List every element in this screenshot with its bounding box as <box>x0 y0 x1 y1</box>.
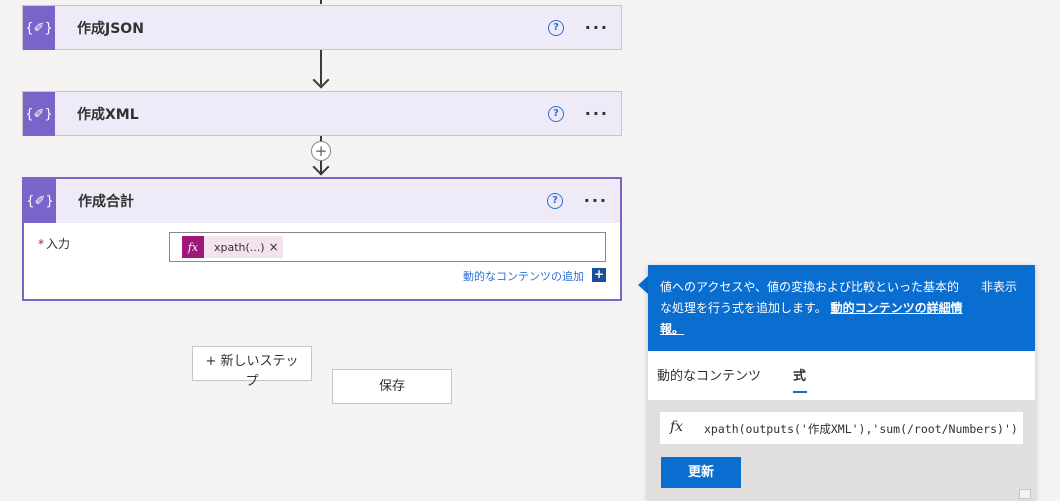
connector-arrow <box>312 71 330 89</box>
new-step-button[interactable]: + 新しいステップ <box>192 346 312 389</box>
compose-braces-icon: {✐} <box>24 179 56 223</box>
tab-expression[interactable]: 式 <box>793 365 806 384</box>
expression-area: fx xpath(outputs('作成XML'),'sum(/root/Num… <box>648 400 1035 501</box>
fx-icon: fx <box>182 236 204 258</box>
action-card-compose-json[interactable]: {✐} 作成JSON ? ··· <box>22 5 622 50</box>
help-icon[interactable]: ? <box>548 106 564 122</box>
input-field[interactable]: fx xpath(...) × <box>169 232 606 262</box>
fx-icon: fx <box>670 419 684 435</box>
popup-description: 値へのアクセスや、値の変換および比較といった基本的な処理を行う式を追加します。 … <box>660 280 963 336</box>
insert-step-button[interactable]: + <box>311 141 331 161</box>
connector-line <box>320 0 322 4</box>
card-title: 作成合計 <box>78 194 134 210</box>
input-field-label: * 入力 <box>38 237 71 251</box>
help-icon[interactable]: ? <box>547 193 563 209</box>
card-title: 作成JSON <box>77 21 144 37</box>
compose-braces-icon: {✐} <box>23 92 55 136</box>
required-marker: * <box>38 237 44 251</box>
action-card-compose-xml[interactable]: {✐} 作成XML ? ··· <box>22 91 622 136</box>
expression-token[interactable]: fx xpath(...) × <box>182 236 283 258</box>
expression-text: xpath(outputs('作成XML'),'sum(/root/Number… <box>704 422 1018 436</box>
token-label: xpath(...) <box>214 240 265 254</box>
card-title: 作成XML <box>77 107 139 123</box>
active-tab-indicator <box>793 391 807 393</box>
help-icon[interactable]: ? <box>548 20 564 36</box>
more-options-icon[interactable]: ··· <box>584 191 608 210</box>
popup-pointer <box>638 276 648 294</box>
compose-braces-icon: {✐} <box>23 6 55 50</box>
scrollbar[interactable] <box>1019 489 1031 499</box>
more-options-icon[interactable]: ··· <box>585 18 609 37</box>
add-dynamic-content-icon[interactable]: + <box>592 268 606 282</box>
popup-header: 値へのアクセスや、値の変換および比較といった基本的な処理を行う式を追加します。 … <box>648 265 1035 351</box>
save-button[interactable]: 保存 <box>332 369 452 404</box>
connector-arrow <box>312 158 330 176</box>
action-card-compose-total[interactable]: {✐} 作成合計 ? ··· * 入力 fx xpath(...) × 動的なコン… <box>22 177 622 301</box>
add-dynamic-content-link[interactable]: 動的なコンテンツの追加 <box>463 268 584 284</box>
hide-button[interactable]: 非表示 <box>981 277 1017 298</box>
expression-input[interactable]: fx xpath(outputs('作成XML'),'sum(/root/Num… <box>660 412 1023 444</box>
remove-token-icon[interactable]: × <box>269 240 279 254</box>
dynamic-content-popup: 値へのアクセスや、値の変換および比較といった基本的な処理を行う式を追加します。 … <box>648 265 1035 501</box>
update-button[interactable]: 更新 <box>661 457 741 488</box>
more-options-icon[interactable]: ··· <box>585 104 609 123</box>
tab-dynamic-content[interactable]: 動的なコンテンツ <box>657 365 761 384</box>
